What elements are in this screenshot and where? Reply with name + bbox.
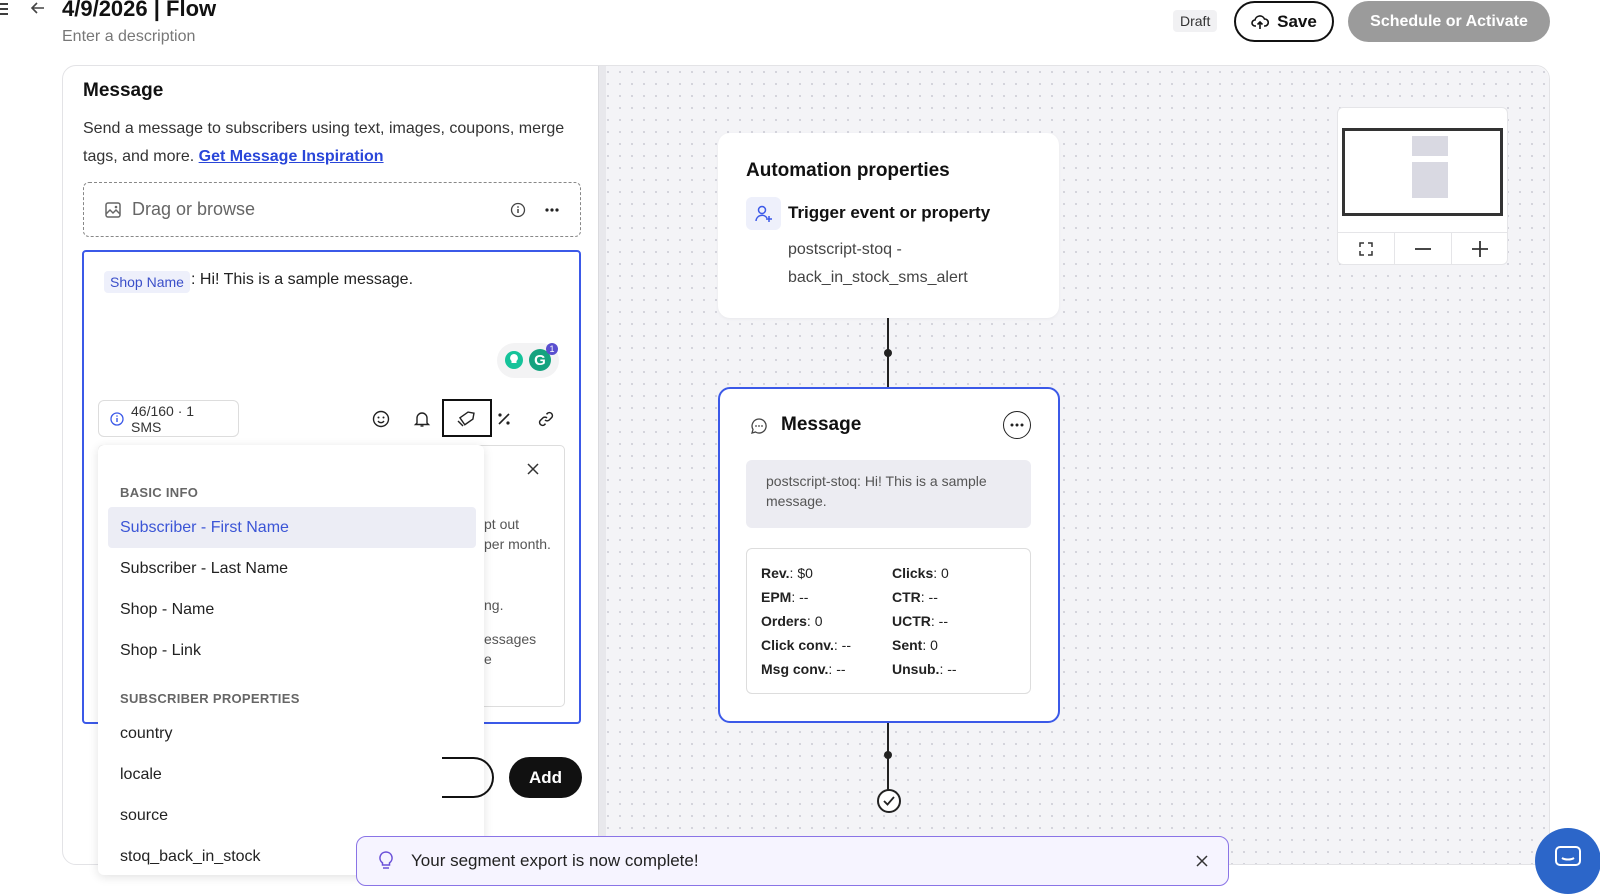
card-text: pt out: [484, 516, 520, 532]
stat-epm: EPM: --: [761, 589, 809, 605]
dropdown-item[interactable]: Subscriber - Last Name: [108, 548, 476, 589]
dropdown-item[interactable]: Shop - Link: [108, 630, 476, 671]
stat-orders: Orders: 0: [761, 613, 823, 629]
save-label: Save: [1277, 11, 1317, 31]
back-arrow-icon[interactable]: [30, 0, 46, 16]
minimap-node: [1412, 136, 1448, 156]
card-text: e: [484, 651, 492, 667]
close-icon[interactable]: [527, 463, 539, 475]
description-field[interactable]: Enter a description: [62, 28, 195, 46]
panel-resize-handle[interactable]: [598, 66, 606, 864]
grammarly-count: 1: [549, 344, 554, 354]
node-title: Message: [781, 414, 862, 435]
message-text[interactable]: : Hi! This is a sample message.: [191, 271, 413, 289]
stat-ctr: CTR: --: [892, 589, 938, 605]
merge-tag-dropdown: BASIC INFO Subscriber - First Name Subsc…: [98, 445, 484, 875]
section-heading: BASIC INFO: [120, 485, 199, 500]
svg-text:G: G: [534, 352, 546, 369]
info-icon: [110, 411, 124, 426]
chat-support-button[interactable]: [1535, 828, 1600, 894]
dropdown-item[interactable]: locale: [108, 754, 476, 795]
more-options-icon[interactable]: [1003, 411, 1031, 439]
minimap-node: [1412, 162, 1448, 198]
message-inspiration-link[interactable]: Get Message Inspiration: [199, 148, 384, 165]
stat-msg-conv: Msg conv.: --: [761, 661, 846, 677]
minimap-controls: [1338, 232, 1508, 264]
stat-uctr: UCTR: --: [892, 613, 948, 629]
dropdown-item[interactable]: country: [108, 713, 476, 754]
page-title: 4/9/2026 | Flow: [62, 0, 217, 21]
dropzone-label: Drag or browse: [132, 199, 256, 219]
stat-click-conv: Click conv.: --: [761, 637, 851, 653]
card-text: ng.: [484, 597, 504, 613]
toast-message: Your segment export is now complete!: [411, 851, 699, 870]
dropdown-item[interactable]: Subscriber - First Name: [108, 507, 476, 548]
notification-toast: Your segment export is now complete!: [356, 836, 1229, 886]
schedule-or-activate-button[interactable]: Schedule or Activate: [1348, 1, 1550, 42]
node-title: Automation properties: [746, 160, 950, 181]
connector-dot[interactable]: [884, 349, 892, 357]
section-heading: SUBSCRIBER PROPERTIES: [120, 691, 300, 706]
character-counter: 46/160 · 1 SMS: [98, 400, 239, 437]
merge-tag-icon[interactable]: [442, 399, 492, 437]
zoom-out-icon[interactable]: [1395, 233, 1452, 264]
close-icon[interactable]: [1196, 855, 1208, 867]
media-dropzone[interactable]: Drag or browse: [83, 182, 581, 237]
link-icon[interactable]: [532, 405, 560, 433]
image-icon: [104, 201, 122, 219]
menu-icon[interactable]: [0, 2, 10, 16]
dropdown-item[interactable]: Shop - Name: [108, 589, 476, 630]
info-icon[interactable]: [510, 202, 526, 218]
cancel-button[interactable]: [442, 757, 494, 798]
merge-tag-chip[interactable]: Shop Name: [104, 271, 190, 293]
connector-dot[interactable]: [884, 751, 892, 759]
panel-description: Send a message to subscribers using text…: [83, 115, 573, 171]
flow-end-check-icon: [877, 789, 901, 813]
card-text: essages: [484, 631, 537, 647]
bell-icon[interactable]: [408, 405, 436, 433]
character-count-text: 46/160 · 1 SMS: [131, 402, 195, 435]
trigger-value: postscript-stoq - back_in_stock_sms_aler…: [788, 241, 968, 286]
grammarly-widget[interactable]: G 1: [497, 343, 559, 378]
panel-title: Message: [83, 80, 164, 101]
status-badge: Draft: [1173, 10, 1218, 32]
save-button[interactable]: Save: [1234, 1, 1334, 42]
emoji-icon[interactable]: [367, 405, 395, 433]
message-preview: postscript-stoq: Hi! This is a sample me…: [746, 460, 1031, 528]
chat-icon: [1555, 846, 1581, 870]
lightbulb-icon: [377, 850, 395, 872]
user-plus-icon: [746, 197, 781, 230]
dropdown-item[interactable]: source: [108, 795, 476, 836]
stat-revenue: Rev.: $0: [761, 565, 813, 581]
cloud-upload-icon: [1251, 14, 1270, 30]
chat-bubble-icon: [750, 417, 768, 435]
add-button[interactable]: Add: [509, 757, 582, 798]
stat-clicks: Clicks: 0: [892, 565, 949, 581]
discount-icon[interactable]: [490, 405, 518, 433]
fit-view-icon[interactable]: [1338, 233, 1395, 264]
stat-sent: Sent: 0: [892, 637, 938, 653]
trigger-label: Trigger event or property: [788, 203, 991, 222]
card-text: per month.: [484, 536, 551, 552]
stat-unsub: Unsub.: --: [892, 661, 957, 677]
more-options-icon[interactable]: [544, 207, 560, 213]
zoom-in-icon[interactable]: [1452, 233, 1508, 264]
